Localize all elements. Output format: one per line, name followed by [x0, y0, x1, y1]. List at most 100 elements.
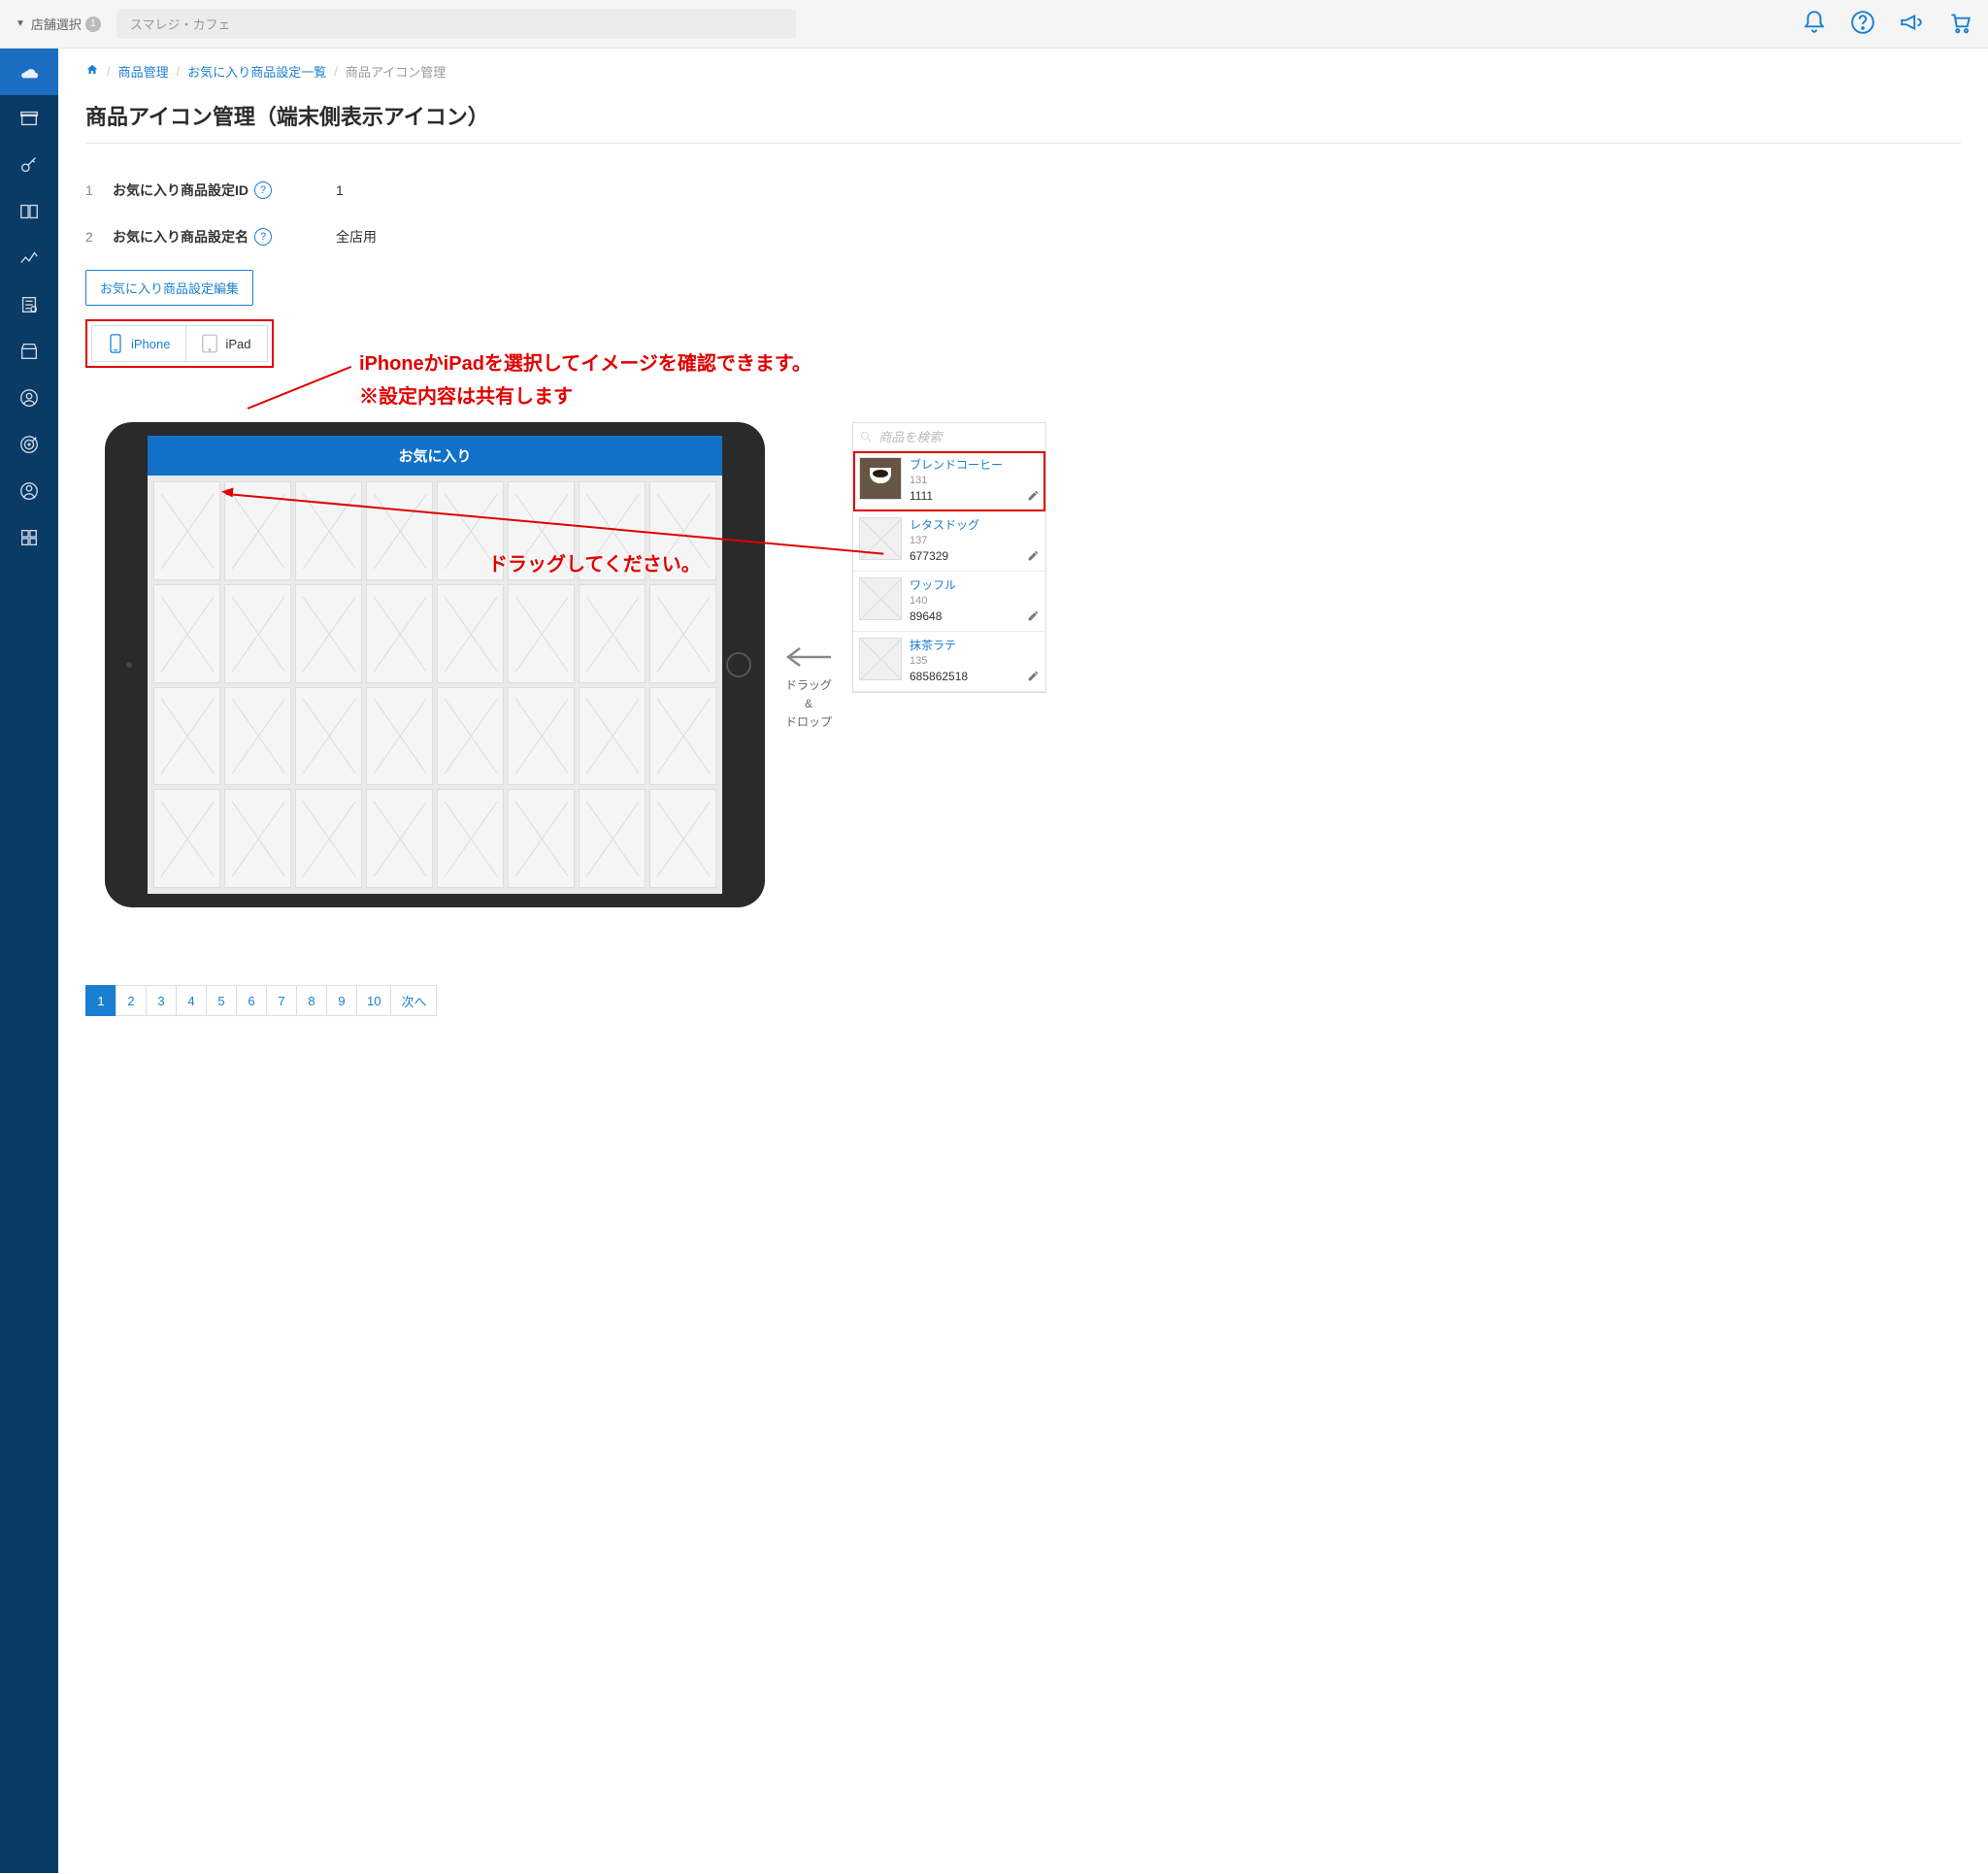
help-icon[interactable]: [1850, 10, 1875, 38]
edit-pencil-icon[interactable]: [1027, 670, 1040, 685]
grid-slot[interactable]: [437, 789, 504, 888]
page-button[interactable]: 6: [236, 985, 267, 1016]
grid-slot[interactable]: [508, 789, 575, 888]
edit-pencil-icon[interactable]: [1027, 489, 1040, 505]
product-name: 抹茶ラテ: [910, 638, 1040, 654]
edit-pencil-icon[interactable]: [1027, 549, 1040, 565]
sidebar-item-box[interactable]: [0, 95, 58, 142]
meta-row-num: 2: [85, 229, 113, 245]
grid-slot[interactable]: [153, 481, 220, 580]
favorites-grid[interactable]: [148, 476, 722, 894]
sidebar-item-cloud[interactable]: [0, 49, 58, 95]
page-button[interactable]: 5: [206, 985, 237, 1016]
product-item[interactable]: 抹茶ラテ135685862518: [853, 632, 1045, 692]
grid-slot[interactable]: [224, 789, 291, 888]
product-thumbnail: [859, 577, 902, 620]
sidebar-item-profile[interactable]: [0, 468, 58, 514]
sidebar-item-receipt[interactable]: [0, 281, 58, 328]
grid-slot[interactable]: [366, 687, 433, 786]
product-list-panel: ブレンドコーヒー1311111レタスドッグ137677329ワッフル140896…: [852, 422, 1046, 693]
grid-slot[interactable]: [153, 789, 220, 888]
device-tab-iphone[interactable]: iPhone: [91, 325, 186, 362]
product-search-input[interactable]: [878, 430, 1040, 444]
breadcrumb-link-2[interactable]: お気に入り商品設定一覧: [187, 62, 326, 81]
grid-slot[interactable]: [366, 481, 433, 580]
store-selector[interactable]: ▼ 店舗選択 1: [16, 15, 101, 33]
product-name: レタスドッグ: [910, 517, 1040, 534]
page-button[interactable]: 8: [296, 985, 327, 1016]
sidebar-item-chart[interactable]: [0, 235, 58, 281]
cart-icon[interactable]: [1947, 10, 1972, 38]
grid-slot[interactable]: [295, 687, 362, 786]
breadcrumb-link-1[interactable]: 商品管理: [118, 62, 169, 81]
breadcrumb-sep: /: [177, 64, 181, 79]
product-code: 677329: [910, 548, 1040, 565]
page-next-button[interactable]: 次へ: [390, 985, 437, 1016]
grid-slot[interactable]: [508, 687, 575, 786]
page-button[interactable]: 9: [326, 985, 357, 1016]
help-icon[interactable]: ?: [254, 181, 272, 199]
grid-slot[interactable]: [295, 789, 362, 888]
page-button[interactable]: 7: [266, 985, 297, 1016]
sidebar-item-key[interactable]: [0, 142, 58, 188]
product-item[interactable]: ブレンドコーヒー1311111: [853, 451, 1045, 511]
edit-pencil-icon[interactable]: [1027, 609, 1040, 625]
sidebar-item-user[interactable]: [0, 375, 58, 421]
ipad-screen: お気に入り: [148, 436, 722, 894]
grid-slot[interactable]: [579, 687, 646, 786]
grid-slot[interactable]: [224, 584, 291, 683]
product-thumbnail: [859, 457, 902, 500]
edit-favorites-button[interactable]: お気に入り商品設定編集: [85, 270, 253, 306]
grid-slot[interactable]: [366, 584, 433, 683]
sidebar-item-target[interactable]: [0, 421, 58, 468]
product-id: 131: [910, 474, 1040, 488]
meta-row-id: 1 お気に入り商品設定ID ? 1: [85, 167, 1961, 214]
breadcrumb-home[interactable]: [85, 63, 99, 80]
grid-slot[interactable]: [579, 584, 646, 683]
breadcrumb: / 商品管理 / お気に入り商品設定一覧 / 商品アイコン管理: [85, 62, 1961, 81]
product-id: 140: [910, 594, 1040, 608]
ipad-mockup: お気に入り: [105, 422, 765, 907]
grid-slot[interactable]: [295, 584, 362, 683]
workspace: お気に入り ドラッグ & ドロップ ブレンドコーヒー1311111レタスドッ: [85, 422, 1961, 907]
product-item[interactable]: ワッフル14089648: [853, 572, 1045, 632]
bell-icon[interactable]: [1802, 10, 1827, 38]
grid-slot[interactable]: [224, 687, 291, 786]
product-name: ワッフル: [910, 577, 1040, 594]
meta-row-name: 2 お気に入り商品設定名 ? 全店用: [85, 214, 1961, 260]
sidebar-item-grid[interactable]: [0, 514, 58, 561]
sidebar-item-store[interactable]: [0, 328, 58, 375]
grid-slot[interactable]: [649, 687, 716, 786]
store-count-badge: 1: [85, 16, 101, 32]
grid-slot[interactable]: [437, 584, 504, 683]
breadcrumb-current: 商品アイコン管理: [346, 62, 446, 81]
annotation-connector: [248, 366, 351, 409]
help-icon[interactable]: ?: [254, 228, 272, 246]
grid-slot[interactable]: [366, 789, 433, 888]
page-button[interactable]: 2: [116, 985, 147, 1016]
page-button[interactable]: 3: [146, 985, 177, 1016]
grid-slot[interactable]: [295, 481, 362, 580]
megaphone-icon[interactable]: [1899, 10, 1924, 38]
meta-row-value: 全店用: [336, 227, 377, 247]
page-button[interactable]: 4: [176, 985, 207, 1016]
page-button[interactable]: 1: [85, 985, 116, 1016]
sidebar: [0, 49, 58, 1873]
tablet-icon: [202, 334, 217, 353]
sidebar-item-book[interactable]: [0, 188, 58, 235]
grid-slot[interactable]: [649, 584, 716, 683]
top-bar: ▼ 店舗選択 1 スマレジ・カフェ: [0, 0, 1988, 49]
grid-slot[interactable]: [153, 584, 220, 683]
grid-slot[interactable]: [579, 789, 646, 888]
grid-slot[interactable]: [153, 687, 220, 786]
page-button[interactable]: 10: [356, 985, 391, 1016]
grid-slot[interactable]: [649, 789, 716, 888]
device-tab-ipad[interactable]: iPad: [185, 325, 267, 362]
meta-row-num: 1: [85, 182, 113, 198]
grid-slot[interactable]: [437, 687, 504, 786]
breadcrumb-sep: /: [107, 64, 111, 79]
grid-slot[interactable]: [508, 584, 575, 683]
ipad-home-button-icon: [726, 652, 751, 677]
annotation-device-note: iPhoneかiPadを選択してイメージを確認できます。 ※設定内容は共有します: [359, 347, 812, 413]
product-item[interactable]: レタスドッグ137677329: [853, 511, 1045, 572]
